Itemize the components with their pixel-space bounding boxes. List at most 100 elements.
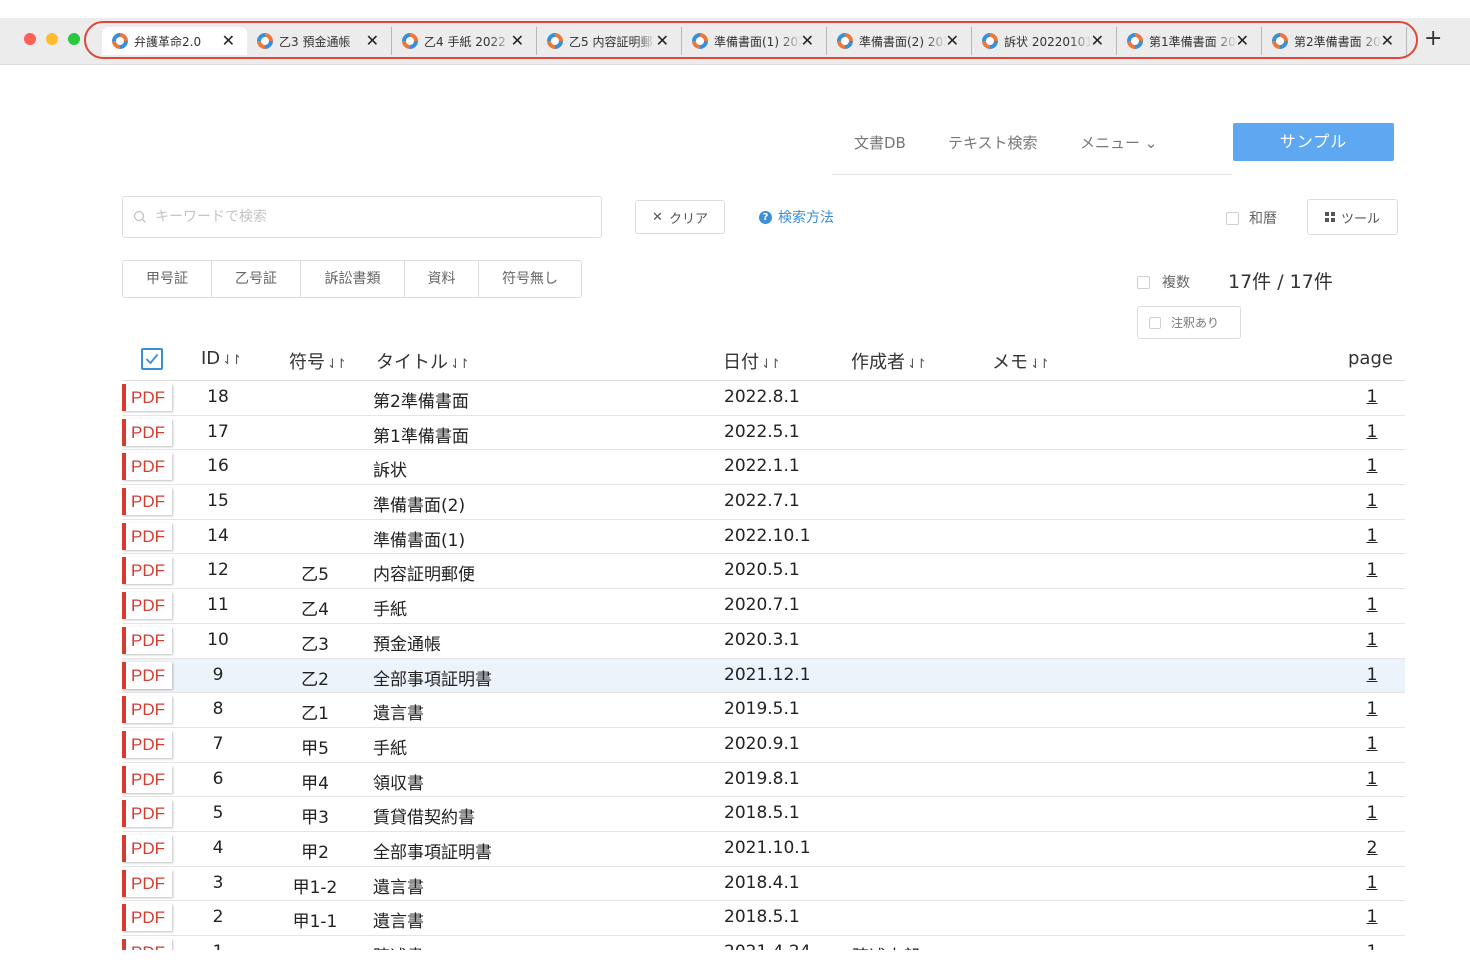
browser-tab[interactable]: 第2準備書面 2022✕ — [1262, 27, 1407, 55]
cell-title[interactable]: 遺言書 — [373, 873, 424, 898]
col-header-page[interactable]: page — [1348, 348, 1393, 369]
nav-doc-db[interactable]: 文書DB — [854, 132, 906, 153]
nav-text-search[interactable]: テキスト検索 — [948, 132, 1038, 153]
search-field[interactable] — [122, 196, 602, 238]
cell-title[interactable]: 賃貸借契約書 — [373, 803, 475, 828]
browser-tab[interactable]: 第1準備書面 2022✕ — [1117, 27, 1262, 55]
cell-page-link[interactable]: 1 — [1362, 456, 1382, 476]
browser-tab[interactable]: 準備書面(2) 2022✕ — [827, 27, 972, 55]
col-header-title[interactable]: タイトル ⇃↾ — [376, 348, 470, 374]
table-row[interactable]: PDF 9 乙2 全部事項証明書 2021.12.1 1 — [122, 658, 1405, 694]
col-header-id[interactable]: ID ⇃↾ — [201, 348, 242, 369]
pdf-badge-icon[interactable]: PDF — [122, 418, 172, 446]
cell-page-link[interactable]: 1 — [1362, 734, 1382, 754]
sort-icon[interactable]: ⇃↾ — [761, 357, 781, 372]
close-tab-icon[interactable]: ✕ — [1236, 31, 1249, 51]
pdf-badge-icon[interactable]: PDF — [122, 834, 172, 862]
table-row[interactable]: PDF 7 甲5 手紙 2020.9.1 1 — [122, 728, 1405, 763]
pdf-badge-icon[interactable]: PDF — [122, 557, 172, 585]
cell-page-link[interactable]: 2 — [1362, 838, 1382, 858]
table-row[interactable]: PDF 15 準備書面(2) 2022.7.1 1 — [122, 485, 1405, 520]
table-row[interactable]: PDF 8 乙1 遺言書 2019.5.1 1 — [122, 693, 1405, 728]
table-row[interactable]: PDF 18 第2準備書面 2022.8.1 1 — [122, 381, 1405, 416]
clear-button[interactable]: ✕ クリア — [635, 200, 725, 234]
table-row[interactable]: PDF 11 乙4 手紙 2020.7.1 1 — [122, 589, 1405, 624]
pdf-badge-icon[interactable]: PDF — [122, 800, 172, 828]
zoom-window-button[interactable] — [68, 33, 80, 45]
cell-title[interactable]: 準備書面(1) — [373, 526, 465, 551]
cell-title[interactable]: 遺言書 — [373, 699, 424, 724]
cell-title[interactable]: 全部事項証明書 — [373, 665, 492, 690]
browser-tab[interactable]: 準備書面(1) 2022✕ — [682, 27, 827, 55]
cell-page-link[interactable]: 1 — [1362, 873, 1382, 893]
filter-kou[interactable]: 甲号証 — [123, 261, 212, 297]
cell-title[interactable]: 全部事項証明書 — [373, 838, 492, 863]
col-header-date[interactable]: 日付 ⇃↾ — [723, 348, 781, 374]
pdf-badge-icon[interactable]: PDF — [122, 939, 172, 950]
pdf-badge-icon[interactable]: PDF — [122, 488, 172, 516]
annotated-filter[interactable]: 注釈あり — [1137, 306, 1241, 339]
pdf-badge-icon[interactable]: PDF — [122, 522, 172, 550]
annotated-checkbox-box[interactable] — [1149, 316, 1161, 329]
cell-title[interactable]: 領収書 — [373, 769, 424, 794]
filter-litigation-docs[interactable]: 訴訟書類 — [301, 261, 405, 297]
cell-page-link[interactable]: 1 — [1362, 699, 1382, 719]
close-tab-icon[interactable]: ✕ — [511, 31, 524, 51]
cell-title[interactable]: 預金通帳 — [373, 630, 441, 655]
cell-page-link[interactable]: 1 — [1362, 907, 1382, 927]
cell-page-link[interactable]: 1 — [1362, 387, 1382, 407]
cell-title[interactable]: 準備書面(2) — [373, 491, 465, 516]
browser-tab[interactable]: 乙3 預金通帳 ✕ — [247, 27, 392, 55]
table-row[interactable]: PDF 6 甲4 領収書 2019.8.1 1 — [122, 763, 1405, 798]
cell-page-link[interactable]: 1 — [1362, 942, 1382, 950]
table-row[interactable]: PDF 4 甲2 全部事項証明書 2021.10.1 2 — [122, 832, 1405, 867]
sort-icon[interactable]: ⇃↾ — [327, 357, 347, 372]
new-tab-button[interactable]: + — [1424, 28, 1442, 50]
table-row[interactable]: PDF 16 訴状 2022.1.1 1 — [122, 450, 1405, 486]
cell-title[interactable]: 第1準備書面 — [373, 422, 469, 447]
cell-title[interactable]: 遺言書 — [373, 907, 424, 932]
col-header-memo[interactable]: メモ ⇃↾ — [992, 348, 1050, 374]
wareki-checkbox-box[interactable] — [1226, 211, 1239, 225]
sort-icon[interactable]: ⇃↾ — [450, 357, 470, 372]
table-row[interactable]: PDF 14 準備書面(1) 2022.10.1 1 — [122, 520, 1405, 555]
close-tab-icon[interactable]: ✕ — [222, 31, 235, 51]
pdf-badge-icon[interactable]: PDF — [122, 592, 172, 620]
col-header-code[interactable]: 符号 ⇃↾ — [289, 348, 347, 374]
minimize-window-button[interactable] — [46, 33, 58, 45]
cell-title[interactable]: 第2準備書面 — [373, 387, 469, 412]
table-row[interactable]: PDF 5 甲3 賃貸借契約書 2018.5.1 1 — [122, 797, 1405, 832]
browser-tab[interactable]: 乙5 内容証明郵 ✕ — [537, 27, 682, 55]
cell-page-link[interactable]: 1 — [1362, 665, 1382, 685]
tool-button[interactable]: ツール — [1307, 199, 1398, 235]
pdf-badge-icon[interactable]: PDF — [122, 904, 172, 932]
filter-no-code[interactable]: 符号無し — [479, 261, 581, 297]
wareki-checkbox[interactable]: 和暦 — [1226, 208, 1277, 228]
browser-tab[interactable]: 訴状 20220101 ✕ — [972, 27, 1117, 55]
close-tab-icon[interactable]: ✕ — [366, 31, 379, 51]
sample-button[interactable]: サンプル — [1233, 123, 1394, 161]
cell-page-link[interactable]: 1 — [1362, 630, 1382, 650]
multi-checkbox-box[interactable] — [1137, 275, 1150, 289]
close-tab-icon[interactable]: ✕ — [1091, 31, 1104, 51]
close-tab-icon[interactable]: ✕ — [656, 31, 669, 51]
col-header-author[interactable]: 作成者 ⇃↾ — [851, 348, 927, 374]
close-tab-icon[interactable]: ✕ — [801, 31, 814, 51]
cell-title[interactable]: 訴状 — [373, 456, 407, 481]
cell-page-link[interactable]: 1 — [1362, 526, 1382, 546]
close-window-button[interactable] — [24, 33, 36, 45]
sort-icon[interactable]: ⇃↾ — [222, 353, 242, 368]
pdf-badge-icon[interactable]: PDF — [122, 765, 172, 793]
sort-icon[interactable]: ⇃↾ — [907, 357, 927, 372]
pdf-badge-icon[interactable]: PDF — [122, 730, 172, 758]
close-tab-icon[interactable]: ✕ — [1381, 31, 1394, 51]
browser-tab[interactable]: 乙4 手紙 2022 ✕ — [392, 27, 537, 55]
pdf-badge-icon[interactable]: PDF — [122, 869, 172, 897]
select-all-checkbox[interactable] — [141, 348, 163, 370]
pdf-badge-icon[interactable]: PDF — [122, 453, 172, 481]
cell-title[interactable]: 手紙 — [373, 595, 407, 620]
cell-title[interactable]: 内容証明郵便 — [373, 560, 475, 585]
cell-page-link[interactable]: 1 — [1362, 769, 1382, 789]
table-row[interactable]: PDF 1 陳述書 2021.4.24 陳述太郎 1 — [122, 936, 1405, 950]
cell-page-link[interactable]: 1 — [1362, 595, 1382, 615]
